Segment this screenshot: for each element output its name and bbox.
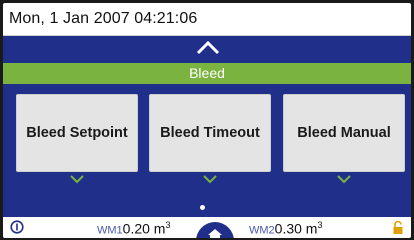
bleed-manual-label: Bleed Manual xyxy=(297,125,391,141)
device-screen: Mon, 1 Jan 2007 04:21:06 Bleed Bleed Set… xyxy=(3,3,411,238)
wm2-unit-exponent: 3 xyxy=(317,220,323,230)
datetime-display: Mon, 1 Jan 2007 04:21:06 xyxy=(9,10,198,27)
info-icon[interactable] xyxy=(10,220,24,234)
section-title: Bleed xyxy=(189,65,225,81)
water-meter-1: WM10.20 m3 xyxy=(97,220,171,237)
bleed-manual-button[interactable]: Bleed Manual xyxy=(283,94,405,172)
chevron-down-icon xyxy=(203,175,217,184)
wm2-tag: WM2 xyxy=(249,224,275,237)
water-meter-2: WM20.30 m3 xyxy=(249,220,323,237)
wm1-unit-exponent: 3 xyxy=(165,220,171,230)
chevron-down-icon xyxy=(337,175,351,184)
wm1-tag: WM1 xyxy=(97,224,123,237)
bleed-setpoint-label: Bleed Setpoint xyxy=(26,125,128,141)
status-bar: Mon, 1 Jan 2007 04:21:06 xyxy=(3,3,411,36)
bleed-timeout-button[interactable]: Bleed Timeout xyxy=(149,94,271,172)
home-icon xyxy=(208,229,222,238)
chevron-down-icon xyxy=(70,175,84,184)
lock-icon[interactable] xyxy=(392,220,404,235)
bleed-timeout-label: Bleed Timeout xyxy=(160,125,260,141)
wm1-value: 0.20 m xyxy=(122,220,166,237)
page-indicator-dot xyxy=(200,205,205,210)
chevron-up-icon[interactable] xyxy=(195,40,221,56)
wm2-value: 0.30 m xyxy=(274,220,318,237)
bleed-setpoint-button[interactable]: Bleed Setpoint xyxy=(16,94,138,172)
section-banner: Bleed xyxy=(3,63,411,84)
